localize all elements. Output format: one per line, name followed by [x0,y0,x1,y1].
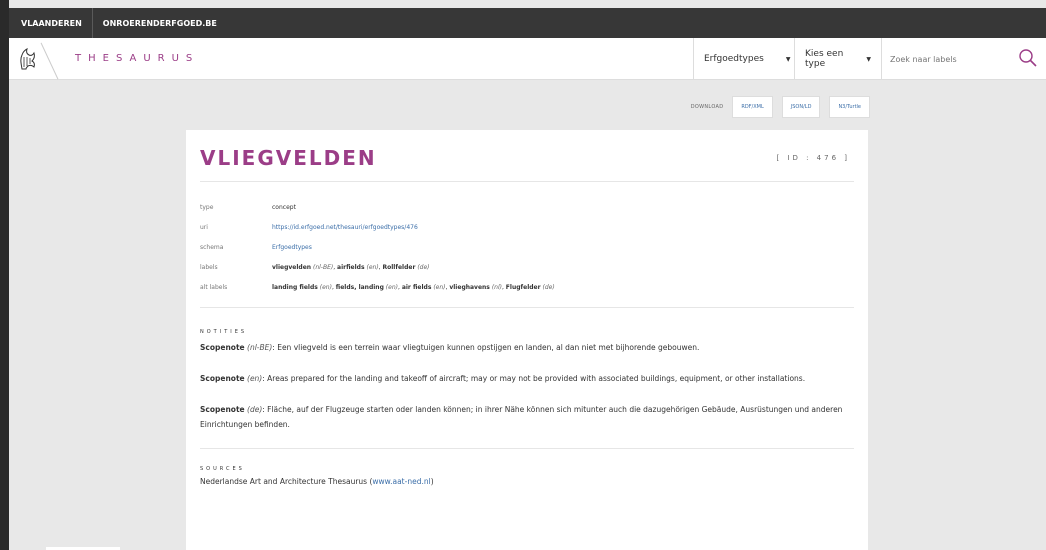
prop-key: alt labels [200,283,228,291]
alt-label-lang: (en) [433,283,446,291]
scopenote-nl: Scopenote (nl-BE): Een vliegveld is een … [200,340,854,355]
source-close: ) [430,477,434,486]
lion-logo-icon[interactable] [17,46,39,72]
nav-link-onroerenderfgoed[interactable]: ONROERENDERFGOED.BE [93,8,227,38]
label-text: vliegvelden [272,263,312,271]
prop-row-labels: labels vliegvelden (nl-BE), airfields (e… [200,257,854,277]
prop-key: uri [200,223,208,231]
note-lang: (de) [247,405,263,414]
label-text: airfields [337,263,365,271]
download-jsonld-button[interactable]: JSON/LD [781,96,821,118]
notes-title: NOTITIES [200,329,248,335]
top-strip [9,0,1046,8]
schema-link[interactable]: Erfgoedtypes [272,244,312,251]
alt-label-lang: (nl) [491,283,502,291]
left-edge [0,0,9,550]
download-rdf-button[interactable]: RDF/XML [732,96,773,118]
scopenote-en: Scopenote (en): Areas prepared for the l… [200,371,854,386]
note-text: : Fläche, auf der Flugzeuge starten oder… [200,405,843,429]
label-lang: (de) [417,263,430,271]
sources-title: SOURCES [200,466,245,472]
concept-id: [ ID : 476 ] [776,153,850,162]
alt-label-text: air fields [401,283,432,291]
concept-properties: type concept uri https://id.erfgoed.net/… [200,182,854,308]
uri-link[interactable]: https://id.erfgoed.net/thesauri/erfgoedt… [272,224,418,231]
prop-row-uri: uri https://id.erfgoed.net/thesauri/erfg… [200,217,854,237]
scopenote-de: Scopenote (de): Fläche, auf der Flugzeug… [200,402,854,432]
search-icon[interactable] [1018,48,1038,68]
source-name: Nederlandse Art and Architecture Thesaur… [200,477,373,486]
source-text: Nederlandse Art and Architecture Thesaur… [200,477,854,486]
note-label: Scopenote [200,343,245,352]
prop-row-schema: schema Erfgoedtypes [200,237,854,257]
note-text: : Areas prepared for the landing and tak… [262,374,806,383]
label-lang: (en) [366,263,379,271]
alt-label-lang: (de) [542,283,555,291]
download-n3-button[interactable]: N3/Turtle [829,96,870,118]
thesaurus-select[interactable]: Erfgoedtypes ▼ [693,38,794,80]
prop-value: concept [272,203,296,211]
header-controls: Erfgoedtypes ▼ Kies een type ▼ [693,38,1046,80]
download-label: DOWNLOAD [690,104,724,110]
alt-label-lang: (en) [385,283,398,291]
alt-label-text: vlieghavens [449,283,490,291]
label-text: Rollfelder [382,263,416,271]
note-text: : Een vliegveld is een terrein waar vlie… [272,343,700,352]
notes-section: NOTITIES Scopenote (nl-BE): Een vliegvel… [200,308,854,432]
alt-label-text: landing fields [272,283,318,291]
label-lang: (nl-BE) [312,263,334,271]
prop-row-alt-labels: alt labels landing fields (en), fields, … [200,277,854,297]
search-box [881,38,1046,80]
caret-down-icon: ▼ [866,55,871,63]
nav-link-vlaanderen[interactable]: VLAANDEREN [9,8,93,38]
logo-divider [39,39,61,79]
top-nav-bar: VLAANDEREN ONROERENDERFGOED.BE [9,8,1046,38]
type-select[interactable]: Kies een type ▼ [794,38,881,80]
thesaurus-select-value: Erfgoedtypes [704,54,764,64]
search-input[interactable] [890,54,1000,64]
note-label: Scopenote [200,374,245,383]
alt-labels-value: landing fields (en), fields, landing (en… [272,283,555,291]
alt-label-text: Flugfelder [505,283,541,291]
concept-title-row: VLIEGVELDEN [ ID : 476 ] [200,130,854,182]
labels-value: vliegvelden (nl-BE), airfields (en), Rol… [272,263,430,271]
concept-title: VLIEGVELDEN [200,145,377,170]
note-label: Scopenote [200,405,245,414]
site-header: THESAURUS Erfgoedtypes ▼ Kies een type ▼ [9,38,1046,80]
sources-section: SOURCES Nederlandse Art and Architecture… [200,448,854,486]
type-select-value: Kies een type [805,49,844,69]
prop-key: type [200,203,214,211]
alt-label-lang: (en) [319,283,332,291]
alt-label-text: fields, landing [335,283,384,291]
caret-down-icon: ▼ [785,55,791,63]
download-bar: DOWNLOAD RDF/XML JSON/LD N3/Turtle [691,96,870,118]
prop-key: schema [200,243,224,251]
brand-title[interactable]: THESAURUS [75,53,199,64]
concept-card: VLIEGVELDEN [ ID : 476 ] type concept ur… [186,130,868,550]
note-lang: (nl-BE) [247,343,273,352]
prop-row-type: type concept [200,197,854,217]
note-lang: (en) [247,374,263,383]
source-link[interactable]: www.aat-ned.nl [372,477,430,486]
prop-key: labels [200,263,218,271]
